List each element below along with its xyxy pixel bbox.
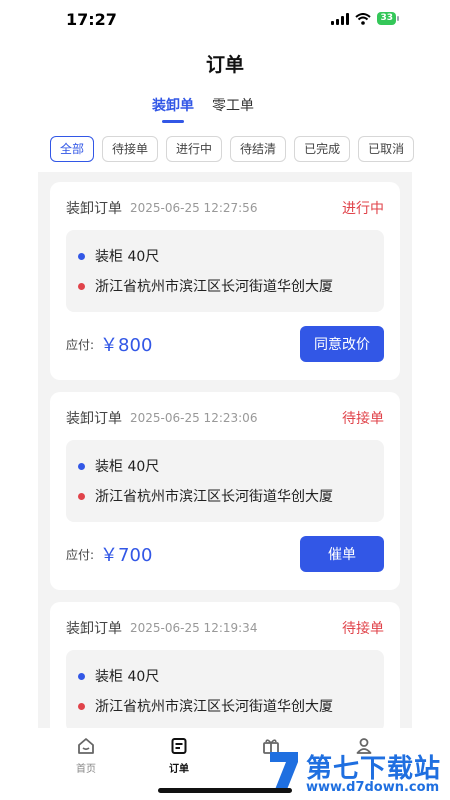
order-card[interactable]: 装卸订单 2025-06-25 12:19:34 待接单 装柜 40尺 浙江省杭… bbox=[50, 602, 400, 728]
watermark-url: www.d7down.com bbox=[306, 780, 440, 795]
pay-label: 应付: bbox=[66, 547, 95, 562]
page-title: 订单 bbox=[205, 54, 244, 76]
address-dot-icon bbox=[78, 282, 85, 290]
address-text: 浙江省杭州市滨江区长河街道华创大厦 bbox=[95, 699, 333, 715]
order-time: 2025-06-25 12:23:06 bbox=[130, 411, 258, 425]
nav-orders[interactable]: 订单 bbox=[149, 736, 209, 775]
signal-icon bbox=[331, 12, 350, 25]
order-type-tabs: 装卸单 零工单 bbox=[152, 95, 254, 115]
order-time: 2025-06-25 12:27:56 bbox=[130, 201, 258, 215]
nav-orders-label: 订单 bbox=[169, 764, 189, 775]
order-card-header: 装卸订单 2025-06-25 12:19:34 待接单 bbox=[66, 618, 384, 638]
order-card-header: 装卸订单 2025-06-25 12:27:56 进行中 bbox=[66, 198, 384, 218]
order-status: 待接单 bbox=[342, 621, 384, 637]
cargo-row: 装柜 40尺 bbox=[78, 456, 159, 476]
filter-pending-accept[interactable]: 待接单 bbox=[102, 136, 159, 162]
urge-order-button[interactable]: 催单 bbox=[300, 536, 384, 572]
home-icon bbox=[78, 738, 94, 754]
tab-odd-job-order[interactable]: 零工单 bbox=[212, 95, 254, 115]
address-row: 浙江省杭州市滨江区长河街道华创大厦 bbox=[78, 486, 333, 506]
cargo-row: 装柜 40尺 bbox=[78, 246, 159, 266]
cargo-dot-icon bbox=[78, 672, 85, 680]
order-status: 待接单 bbox=[342, 411, 384, 427]
cargo-dot-icon bbox=[78, 462, 85, 470]
order-type: 装卸订单 bbox=[66, 411, 122, 427]
filter-pending-settle[interactable]: 待结清 bbox=[230, 136, 287, 162]
orders-icon bbox=[171, 738, 187, 754]
cargo-text: 装柜 40尺 bbox=[95, 669, 160, 685]
status-filters: 全部 待接单 进行中 待结清 已完成 已取消 bbox=[50, 136, 415, 162]
battery-icon: 33 bbox=[377, 12, 399, 25]
address-row: 浙江省杭州市滨江区长河街道华创大厦 bbox=[78, 276, 333, 296]
cargo-row: 装柜 40尺 bbox=[78, 666, 159, 686]
cargo-text: 装柜 40尺 bbox=[95, 459, 160, 475]
tab-loading-order[interactable]: 装卸单 bbox=[152, 95, 194, 115]
cargo-text: 装柜 40尺 bbox=[95, 249, 160, 265]
filter-all[interactable]: 全部 bbox=[50, 136, 95, 162]
agree-price-change-button[interactable]: 同意改价 bbox=[300, 326, 384, 362]
cargo-dot-icon bbox=[78, 252, 85, 260]
address-text: 浙江省杭州市滨江区长河街道华创大厦 bbox=[95, 489, 333, 505]
filter-cancelled[interactable]: 已取消 bbox=[358, 136, 415, 162]
filter-completed[interactable]: 已完成 bbox=[294, 136, 351, 162]
pay-amount: ￥700 bbox=[100, 545, 153, 566]
payment-row: 应付: ￥700 催单 bbox=[66, 536, 384, 572]
address-text: 浙江省杭州市滨江区长河街道华创大厦 bbox=[95, 279, 333, 295]
order-type: 装卸订单 bbox=[66, 621, 122, 637]
nav-home[interactable]: 首页 bbox=[56, 736, 116, 775]
address-dot-icon bbox=[78, 702, 85, 710]
order-detail: 装柜 40尺 浙江省杭州市滨江区长河街道华创大厦 bbox=[66, 650, 384, 728]
status-icons: 33 bbox=[331, 12, 399, 25]
nav-home-label: 首页 bbox=[76, 764, 96, 775]
site-watermark: 第七下载站 www.d7down.com bbox=[266, 746, 450, 800]
order-time: 2025-06-25 12:19:34 bbox=[130, 621, 258, 635]
order-type: 装卸订单 bbox=[66, 201, 122, 217]
home-indicator bbox=[158, 788, 292, 793]
status-bar: 17:27 33 bbox=[0, 0, 450, 40]
address-dot-icon bbox=[78, 492, 85, 500]
order-card-header: 装卸订单 2025-06-25 12:23:06 待接单 bbox=[66, 408, 384, 428]
order-status: 进行中 bbox=[342, 201, 384, 217]
order-detail: 装柜 40尺 浙江省杭州市滨江区长河街道华创大厦 bbox=[66, 440, 384, 522]
order-card[interactable]: 装卸订单 2025-06-25 12:27:56 进行中 装柜 40尺 浙江省杭… bbox=[50, 182, 400, 380]
filter-in-progress[interactable]: 进行中 bbox=[166, 136, 223, 162]
order-list[interactable]: 装卸订单 2025-06-25 12:27:56 进行中 装柜 40尺 浙江省杭… bbox=[38, 172, 412, 728]
pay-amount: ￥800 bbox=[100, 335, 153, 356]
order-card[interactable]: 装卸订单 2025-06-25 12:23:06 待接单 装柜 40尺 浙江省杭… bbox=[50, 392, 400, 590]
order-detail: 装柜 40尺 浙江省杭州市滨江区长河街道华创大厦 bbox=[66, 230, 384, 312]
address-row: 浙江省杭州市滨江区长河街道华创大厦 bbox=[78, 696, 333, 716]
wifi-icon bbox=[355, 12, 372, 25]
pay-label: 应付: bbox=[66, 337, 95, 352]
payment-row: 应付: ￥800 同意改价 bbox=[66, 326, 384, 362]
status-time: 17:27 bbox=[66, 10, 117, 29]
